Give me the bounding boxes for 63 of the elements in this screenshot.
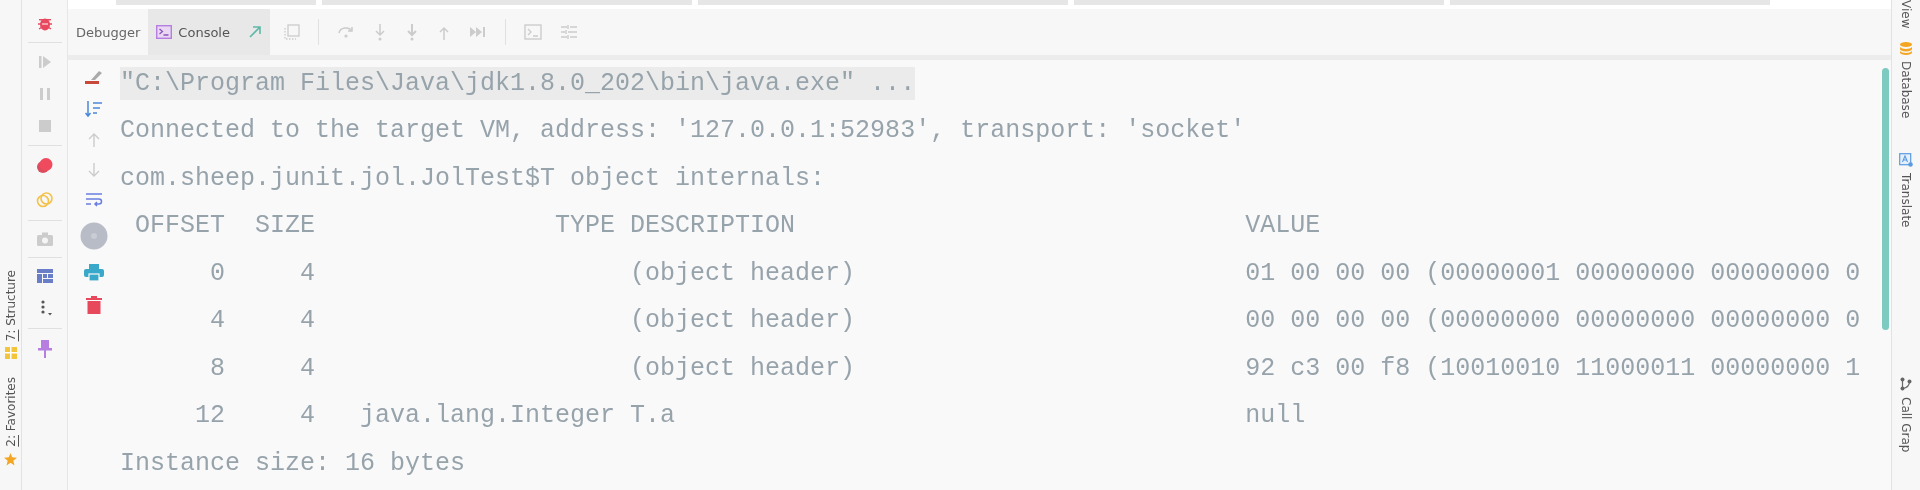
table-cell-text: 4 — [300, 257, 315, 290]
star-icon — [4, 453, 17, 467]
tab[interactable]: Console — [148, 9, 270, 55]
tool-window-button[interactable]: Database — [1899, 61, 1913, 119]
table-cell-text: 4 — [300, 352, 315, 385]
step-over-icon[interactable] — [336, 24, 355, 40]
graph-icon — [1900, 377, 1912, 392]
column-header: DESCRIPTION — [630, 210, 796, 242]
column-header: VALUE — [1245, 210, 1321, 242]
table-cell-text: 4 — [300, 400, 315, 432]
pin-icon[interactable] — [37, 340, 52, 358]
trash-icon[interactable] — [86, 296, 102, 314]
scrollbar[interactable] — [1881, 68, 1889, 330]
run-to-cursor-icon[interactable] — [468, 25, 487, 39]
layout-icon[interactable] — [36, 269, 53, 283]
translate-icon — [1899, 152, 1913, 167]
table-cell-text: 4 — [210, 305, 225, 337]
terminal-icon[interactable] — [523, 24, 542, 40]
table-cell-text: 00 00 00 00 (00000000 00000000 00000000 0 — [1245, 305, 1861, 337]
column-header: SIZE — [255, 210, 315, 242]
up-arrow-icon[interactable] — [87, 132, 101, 148]
console-line: Instance size: 16 bytes — [120, 447, 466, 480]
table-cell-text: (object header) — [630, 305, 856, 337]
step-into-icon[interactable] — [372, 23, 387, 41]
table-cell-text: (object header) — [630, 352, 856, 385]
table-cell-text: 01 00 00 00 (00000001 00000000 00000000 0 — [1245, 257, 1861, 290]
tab[interactable]: Debugger — [68, 9, 149, 55]
soft-wrap-icon[interactable] — [85, 192, 103, 208]
breakpoints-icon[interactable] — [35, 157, 54, 175]
table-cell-text: java.lang.Integer — [360, 400, 616, 432]
table-cell-text: 8 — [210, 352, 225, 385]
console-line: com.sheep.junit.jol.JolTest$T object internals: — [120, 162, 826, 195]
tool-window-button[interactable]: 7: Structure — [3, 270, 18, 342]
table-cell-text: 12 — [195, 400, 225, 432]
stop-icon[interactable] — [36, 118, 53, 134]
database-icon — [1900, 42, 1912, 56]
console-icon — [156, 25, 173, 39]
table-cell-text: (object header) — [630, 257, 856, 290]
mute-breakpoints-icon[interactable] — [35, 191, 54, 209]
trace-icon[interactable] — [559, 24, 578, 40]
arrow-icon[interactable] — [247, 25, 262, 39]
resume-icon[interactable] — [36, 54, 53, 70]
restore-layout-icon[interactable] — [283, 24, 300, 40]
column-header: TYPE — [555, 210, 616, 242]
tool-window-button[interactable]: 2: Favorites — [3, 377, 18, 448]
force-step-into-icon[interactable] — [404, 23, 419, 41]
record-icon[interactable] — [80, 222, 108, 250]
table-cell-text: T.a — [630, 400, 676, 432]
sort-icon[interactable] — [85, 100, 103, 118]
tool-window-button[interactable]: Translate — [1899, 172, 1913, 228]
table-cell-text: 4 — [300, 305, 315, 337]
column-header: OFFSET — [135, 210, 225, 242]
table-cell-text: null — [1245, 400, 1306, 432]
table-cell-text: 0 — [210, 257, 225, 290]
structure-icon — [4, 347, 17, 360]
down-arrow-icon[interactable] — [87, 162, 101, 178]
tool-window-button[interactable]: Call Grap — [1899, 397, 1913, 453]
print-icon[interactable] — [84, 264, 104, 282]
camera-icon[interactable] — [36, 232, 53, 246]
table-cell-text: 92 c3 00 f8 (10010010 11000011 00000000 1 — [1245, 352, 1861, 385]
console-line: Connected to the target VM, address: '127.0.0.1:52983', transport: 'socket' — [120, 115, 1246, 147]
tool-window-button[interactable]: View — [1899, 0, 1913, 29]
clear-icon[interactable] — [84, 68, 104, 86]
